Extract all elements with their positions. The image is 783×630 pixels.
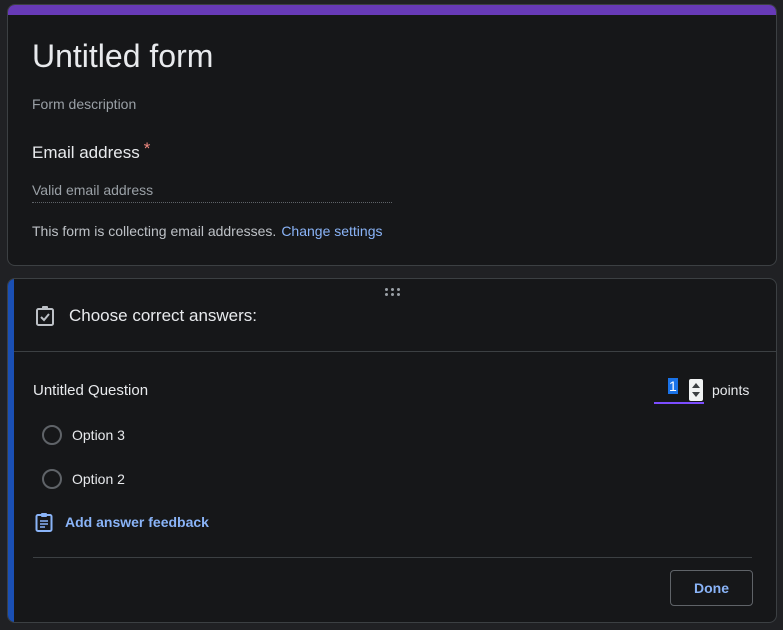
decrement-arrow-icon[interactable] <box>692 392 700 397</box>
drag-handle-icon[interactable] <box>385 288 403 298</box>
points-label: points <box>712 382 750 398</box>
points-control: 1 points <box>654 378 764 406</box>
option-label: Option 3 <box>72 427 125 443</box>
checkbox-checked-icon <box>36 306 54 326</box>
question-card[interactable]: Choose correct answers: Untitled Questio… <box>7 278 777 623</box>
increment-arrow-icon[interactable] <box>692 383 700 388</box>
form-title[interactable]: Untitled form <box>32 38 213 75</box>
clipboard-icon <box>35 513 53 532</box>
add-answer-feedback-label: Add answer feedback <box>65 514 209 530</box>
radio-unchecked-icon[interactable] <box>42 425 62 445</box>
answer-key-title: Choose correct answers: <box>69 306 258 325</box>
email-label-text: Email address <box>32 143 140 162</box>
points-value: 1 <box>668 378 678 394</box>
required-asterisk: * <box>143 139 151 158</box>
option-label: Option 2 <box>72 471 125 487</box>
divider <box>14 351 776 352</box>
form-header-card: Untitled form Form description Email add… <box>7 4 777 266</box>
points-stepper[interactable] <box>689 379 703 401</box>
email-field[interactable] <box>32 177 392 203</box>
form-description[interactable]: Form description <box>32 96 136 112</box>
radio-unchecked-icon[interactable] <box>42 469 62 489</box>
divider <box>33 557 752 558</box>
change-settings-link[interactable]: Change settings <box>281 223 382 239</box>
question-title: Untitled Question <box>33 382 149 399</box>
done-button[interactable]: Done <box>670 570 753 606</box>
theme-color-bar <box>8 5 776 15</box>
email-field-label: Email address * <box>32 139 150 163</box>
active-question-indicator <box>8 279 14 622</box>
collecting-emails-notice: This form is collecting email addresses.… <box>32 223 383 239</box>
collecting-emails-text: This form is collecting email addresses. <box>32 223 277 239</box>
